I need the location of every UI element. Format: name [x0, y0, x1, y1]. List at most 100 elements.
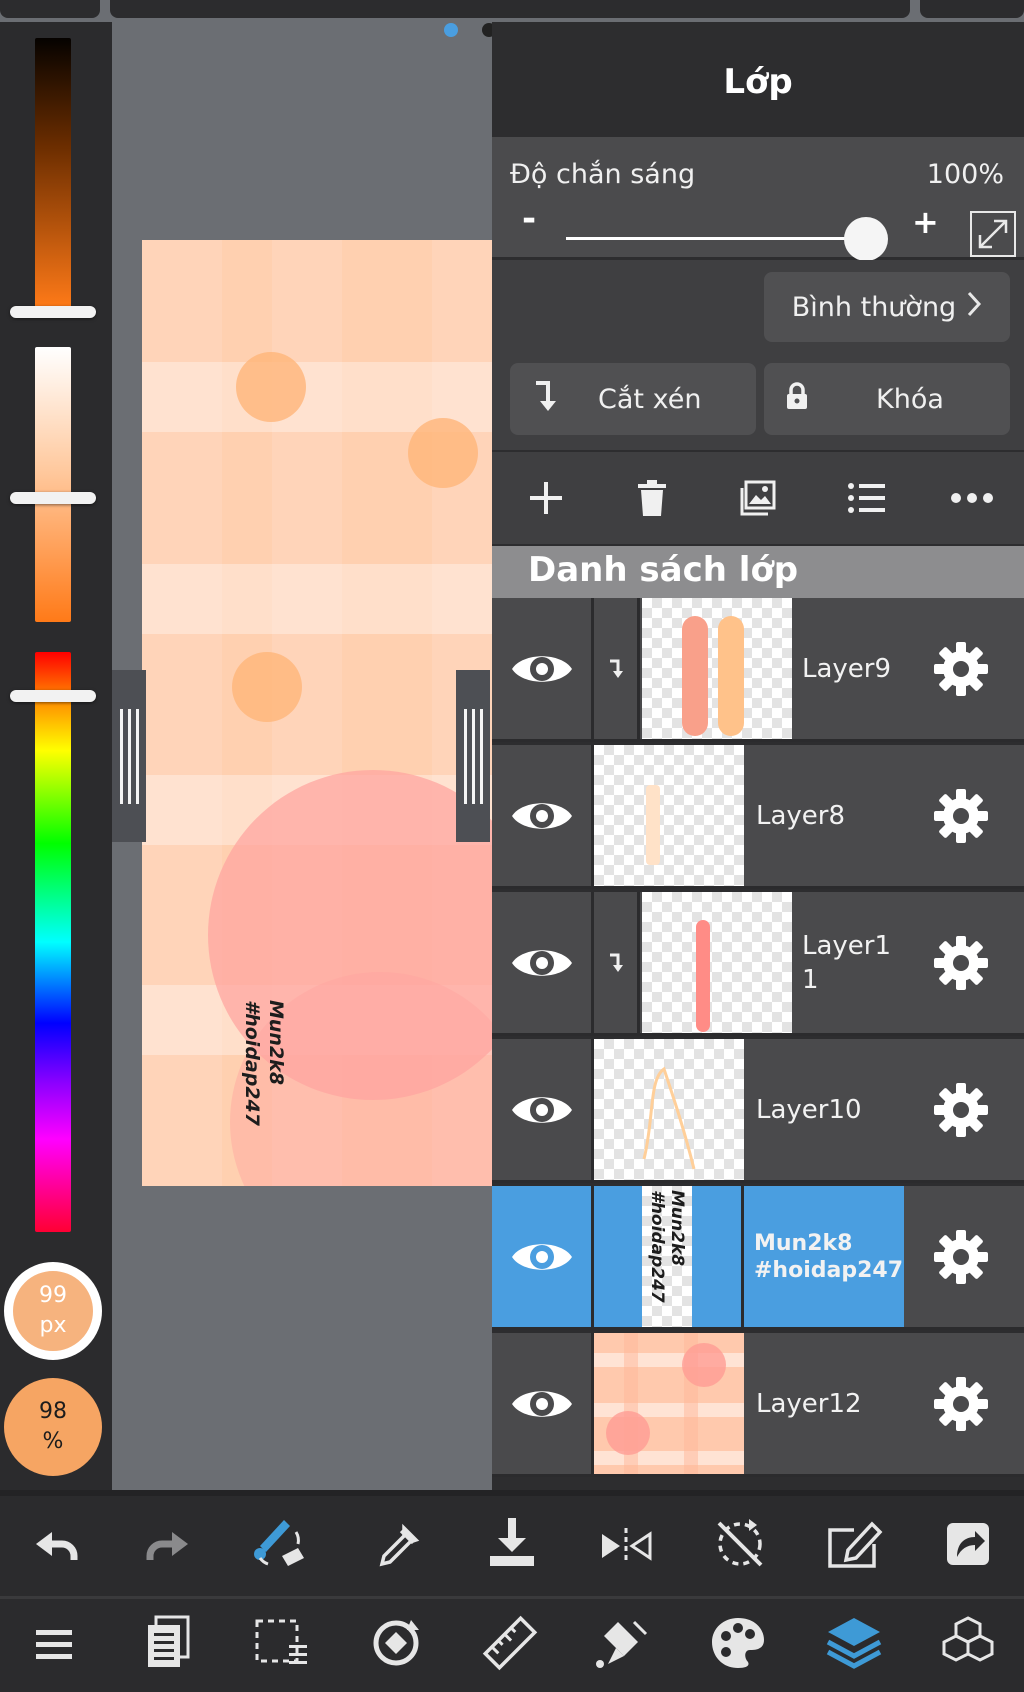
clip-label: Cắt xén: [598, 383, 702, 415]
clip-button[interactable]: Cắt xén: [510, 363, 756, 435]
brush-opacity-value: 98: [39, 1399, 67, 1424]
rotate-reset-icon[interactable]: [708, 1512, 772, 1576]
brush-size-value: 99: [39, 1283, 67, 1308]
lock-icon: [784, 381, 824, 418]
blend-mode-button[interactable]: Bình thường: [764, 272, 1010, 342]
pages-icon[interactable]: [136, 1611, 200, 1675]
opacity-slider-track[interactable]: [566, 237, 866, 240]
canvas-plaid-band: [142, 564, 492, 634]
menu-icon[interactable]: [22, 1613, 86, 1677]
materials-icon[interactable]: [936, 1611, 1000, 1675]
layer-name: Layer1 1: [802, 930, 892, 995]
brush-size-button[interactable]: 99 px: [4, 1262, 102, 1360]
shade-slider-handle[interactable]: [10, 306, 96, 318]
hue-slider[interactable]: [35, 652, 71, 1232]
canvas-text-line-1: Mun2k8: [265, 1000, 287, 1086]
eye-icon[interactable]: [492, 892, 594, 1033]
download-icon[interactable]: [480, 1510, 544, 1574]
clip-icon: [530, 379, 570, 420]
top-bar-segment-right[interactable]: [920, 0, 1024, 18]
opacity-plus-button[interactable]: +: [912, 203, 939, 241]
shade-slider[interactable]: [35, 38, 71, 308]
eyedropper-icon[interactable]: [366, 1514, 430, 1578]
page-indicator-active: [444, 23, 458, 37]
app-window: 99 px 98 % Mun2k8 #hoidap247 Lớp Độ chắn…: [0, 0, 1024, 1692]
canvas-dot: [236, 352, 306, 422]
opacity-value: 100%: [926, 159, 1004, 190]
redo-icon[interactable]: [136, 1514, 200, 1578]
canvas-grip-left[interactable]: [112, 670, 146, 842]
lock-button[interactable]: Khóa: [764, 363, 1010, 435]
eye-icon[interactable]: [492, 745, 594, 886]
import-image-icon[interactable]: [730, 470, 786, 526]
flip-icon[interactable]: [594, 1514, 658, 1578]
eye-icon[interactable]: [492, 1039, 594, 1180]
layer-panel: Lớp Độ chắn sáng 100% - + Bình thường Cắ…: [492, 22, 1024, 1490]
add-layer-icon[interactable]: [518, 470, 574, 526]
undo-icon[interactable]: [24, 1514, 88, 1578]
layer-tool-row: [492, 452, 1024, 544]
svg-text:#hoidap247: #hoidap247: [647, 1190, 667, 1303]
gear-icon[interactable]: [932, 787, 990, 845]
svg-text:Mun2k8: Mun2k8: [667, 1190, 687, 1266]
top-bar-segment-left[interactable]: [0, 0, 100, 18]
ruler-icon[interactable]: [478, 1611, 542, 1675]
hue-slider-handle[interactable]: [10, 690, 96, 702]
gear-icon[interactable]: [932, 640, 990, 698]
layer-row-layer11[interactable]: Layer1 1: [492, 892, 1024, 1036]
layer-thumbnail: [642, 598, 792, 739]
share-icon[interactable]: [936, 1512, 1000, 1576]
canvas-grip-right[interactable]: [456, 670, 490, 842]
gear-icon[interactable]: [932, 1228, 990, 1286]
delete-layer-icon[interactable]: [624, 470, 680, 526]
clip-indicator-icon: [594, 598, 640, 739]
layer-name: Mun2k8 #hoidap247: [744, 1186, 904, 1327]
edit-canvas-icon[interactable]: [822, 1512, 886, 1576]
lock-label: Khóa: [876, 383, 944, 415]
drawing-canvas[interactable]: Mun2k8 #hoidap247: [142, 240, 492, 1186]
panel-title: Lớp: [723, 62, 793, 102]
gear-icon[interactable]: [932, 934, 990, 992]
brush-swap-icon[interactable]: [248, 1510, 312, 1574]
canvas-dot: [232, 652, 302, 722]
gear-icon[interactable]: [932, 1081, 990, 1139]
layer-name: Layer8: [756, 800, 846, 831]
more-icon[interactable]: [944, 470, 1000, 526]
transform-icon[interactable]: [364, 1611, 428, 1675]
layer-row-layer12[interactable]: Layer12: [492, 1333, 1024, 1477]
eye-icon[interactable]: [492, 598, 594, 739]
brush-opacity-unit: %: [42, 1429, 64, 1454]
selection-icon[interactable]: [250, 1611, 314, 1675]
expand-icon[interactable]: [970, 211, 1016, 257]
tint-slider-handle[interactable]: [10, 492, 96, 504]
tint-slider[interactable]: [35, 347, 71, 622]
top-bar-segment-center[interactable]: [110, 0, 910, 18]
layer-list-title: Danh sách lớp: [528, 550, 799, 590]
layer-row-mun2k8[interactable]: Mun2k8 #hoidap247 Mun2k8 #hoidap247: [492, 1186, 1024, 1330]
blend-row: Bình thường: [492, 260, 1024, 355]
layer-name: Layer9: [802, 653, 892, 684]
layer-row-layer8[interactable]: Layer8: [492, 745, 1024, 889]
layers-icon[interactable]: [822, 1611, 886, 1675]
clip-indicator-icon: [594, 892, 640, 1033]
layer-thumbnail: [594, 1039, 744, 1180]
palette-icon[interactable]: [706, 1611, 770, 1675]
clip-lock-row: Cắt xén Khóa: [492, 355, 1024, 450]
layer-thumbnail: Mun2k8 #hoidap247: [642, 1186, 692, 1327]
layer-row-layer10[interactable]: Layer10: [492, 1039, 1024, 1183]
brush-opacity-button[interactable]: 98 %: [4, 1378, 102, 1476]
layer-list-icon[interactable]: [838, 470, 894, 526]
layer-thumbnail: [642, 892, 792, 1033]
opacity-slider-thumb[interactable]: [844, 217, 888, 261]
layer-name: Layer12: [756, 1388, 862, 1419]
layer-row-layer9[interactable]: Layer9: [492, 598, 1024, 742]
opacity-minus-button[interactable]: -: [522, 199, 536, 239]
fill-icon[interactable]: [592, 1611, 656, 1675]
canvas-dot: [408, 418, 478, 488]
gear-icon[interactable]: [932, 1375, 990, 1433]
eye-icon[interactable]: [492, 1333, 594, 1474]
blend-mode-label: Bình thường: [791, 291, 957, 323]
canvas-text-line-2: #hoidap247: [241, 1000, 263, 1126]
eye-icon[interactable]: [492, 1186, 594, 1327]
layer-thumbnail: [594, 745, 744, 886]
